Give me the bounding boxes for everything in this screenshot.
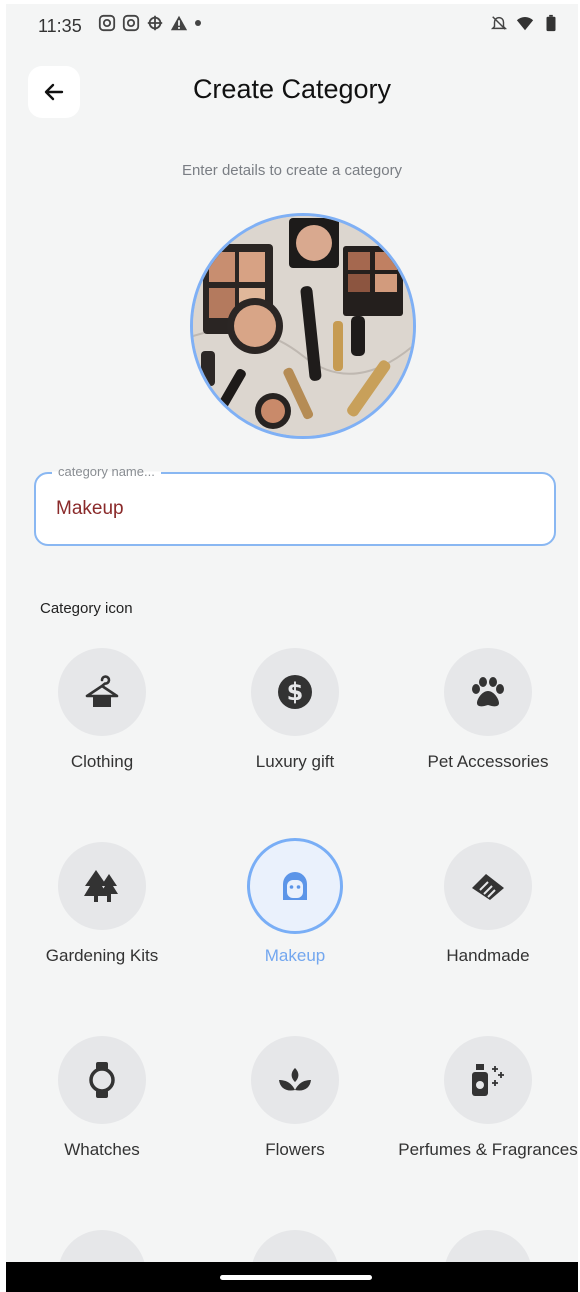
home-indicator[interactable] (220, 1275, 372, 1280)
icon-option-whatches[interactable]: Whatches (7, 1036, 197, 1162)
makeup-photo (193, 216, 413, 436)
icon-label: Handmade (446, 946, 530, 965)
icon-label: Makeup (264, 946, 326, 965)
icon-option-flowers[interactable]: Flowers (200, 1036, 390, 1162)
selected-ring (247, 838, 343, 934)
icon-label: Flowers (265, 1140, 325, 1159)
icon-label: Pet Accessories (427, 752, 549, 771)
instagram-icon (98, 14, 116, 32)
navigation-bar (6, 1262, 578, 1292)
icon-label: Perfumes & Fragrances (398, 1140, 578, 1159)
category-name-label: category name... (52, 464, 161, 479)
face-icon (283, 872, 307, 900)
icon-label: Gardening Kits (45, 946, 159, 965)
icon-option-handmade[interactable]: Handmade (393, 842, 578, 968)
battery-icon (546, 14, 556, 32)
category-name-field[interactable]: category name... (34, 464, 556, 546)
icon-option-gardening-kits[interactable]: Gardening Kits (7, 842, 197, 968)
page-title: Create Category (192, 74, 392, 104)
dot-icon (195, 20, 201, 26)
subtitle: Enter details to create a category (181, 162, 403, 179)
icon-option-clothing[interactable]: Clothing (7, 648, 197, 774)
category-name-input[interactable] (56, 498, 526, 520)
watch-icon (89, 1062, 115, 1098)
hanger-icon (85, 675, 119, 707)
icon-option-partial[interactable] (200, 1230, 390, 1266)
handshake-icon (472, 874, 504, 900)
lotus-icon (279, 1068, 311, 1091)
icon-option-luxury-gift[interactable]: $ Luxury gift (200, 648, 390, 774)
category-image[interactable] (190, 213, 416, 439)
category-icon-heading: Category icon (40, 600, 133, 617)
icon-option-partial[interactable] (393, 1230, 578, 1266)
icon-label: Luxury gift (255, 752, 335, 771)
icon-label: Whatches (64, 1140, 140, 1159)
icon-label: Clothing (70, 752, 134, 771)
perfume-icon (472, 1064, 504, 1096)
status-time: 11:35 (38, 16, 82, 36)
bug-icon (147, 15, 163, 31)
status-bar: 11:35 (6, 4, 578, 48)
svg-text:$: $ (287, 678, 304, 706)
screen: 11:35 Create Category Enter details to c… (6, 4, 578, 1266)
icon-option-pet-accessories[interactable]: Pet Accessories (393, 648, 578, 774)
instagram-icon (122, 14, 140, 32)
wifi-icon (516, 17, 534, 31)
icon-option-makeup[interactable]: Makeup (200, 838, 390, 968)
trees-icon (84, 870, 118, 902)
paw-icon (472, 677, 504, 707)
icon-option-perfumes[interactable]: Perfumes & Fragrances (393, 1036, 578, 1162)
warning-icon (170, 15, 188, 31)
dollar-icon: $ (278, 675, 312, 709)
bell-off-icon (490, 16, 508, 30)
icon-option-partial[interactable] (7, 1230, 197, 1266)
